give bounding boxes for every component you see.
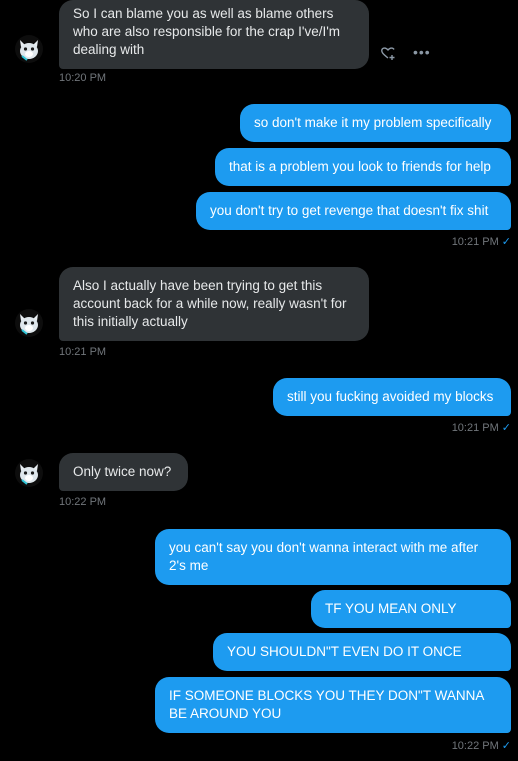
message-text: so don't make it my problem specifically — [254, 115, 492, 130]
timestamp: 10:22 PM — [59, 496, 107, 508]
message-outgoing[interactable]: you don't try to get revenge that doesn'… — [196, 192, 511, 230]
message-text: you don't try to get revenge that doesn'… — [210, 203, 489, 218]
timestamp-read: 10:21 PM ✓ — [452, 421, 511, 434]
message-text: that is a problem you look to friends fo… — [229, 159, 491, 174]
message-outgoing[interactable]: so don't make it my problem specifically — [240, 104, 511, 142]
message-text: you can't say you don't wanna interact w… — [169, 540, 479, 573]
timestamp-text: 10:21 PM — [451, 236, 499, 248]
message-text: IF SOMEONE BLOCKS YOU THEY DON"T WANNA B… — [169, 688, 484, 721]
message-text: Only twice now? — [73, 464, 172, 479]
message-outgoing[interactable]: TF YOU MEAN ONLY TWICE — [311, 590, 511, 654]
message-text: So I can blame you as well as blame othe… — [73, 6, 341, 57]
timestamp: 10:21 PM — [59, 346, 107, 358]
message-outgoing[interactable]: that is a problem you look to friends fo… — [215, 148, 511, 186]
message-incoming[interactable]: So I can blame you as well as blame othe… — [59, 0, 369, 69]
timestamp-text: 10:22 PM — [451, 740, 499, 752]
add-reaction-icon[interactable] — [380, 45, 396, 64]
timestamp-read: 10:21 PM ✓ — [452, 235, 511, 248]
message-text: still you fucking avoided my blocks — [287, 389, 494, 404]
more-options-icon[interactable]: ••• — [413, 44, 431, 60]
timestamp-text: 10:21 PM — [451, 422, 499, 434]
message-text: Also I actually have been trying to get … — [73, 278, 347, 329]
avatar-husky-icon[interactable] — [14, 34, 44, 64]
message-outgoing[interactable]: YOU SHOULDN"T EVEN DO IT ONCE WHAT — [213, 633, 511, 697]
message-outgoing[interactable]: IF SOMEONE BLOCKS YOU THEY DON"T WANNA B… — [155, 677, 511, 733]
message-incoming[interactable]: Also I actually have been trying to get … — [59, 267, 369, 341]
message-outgoing[interactable]: still you fucking avoided my blocks — [273, 378, 511, 416]
message-outgoing[interactable]: you can't say you don't wanna interact w… — [155, 529, 511, 585]
read-check-icon: ✓ — [501, 422, 511, 434]
timestamp: 10:20 PM — [59, 72, 107, 84]
timestamp-read: 10:22 PM ✓ — [452, 739, 511, 752]
read-check-icon: ✓ — [501, 740, 511, 752]
avatar-husky-icon[interactable] — [14, 458, 44, 488]
read-check-icon: ✓ — [501, 236, 511, 248]
message-incoming[interactable]: Only twice now? — [59, 453, 188, 491]
avatar-husky-icon[interactable] — [14, 308, 44, 338]
